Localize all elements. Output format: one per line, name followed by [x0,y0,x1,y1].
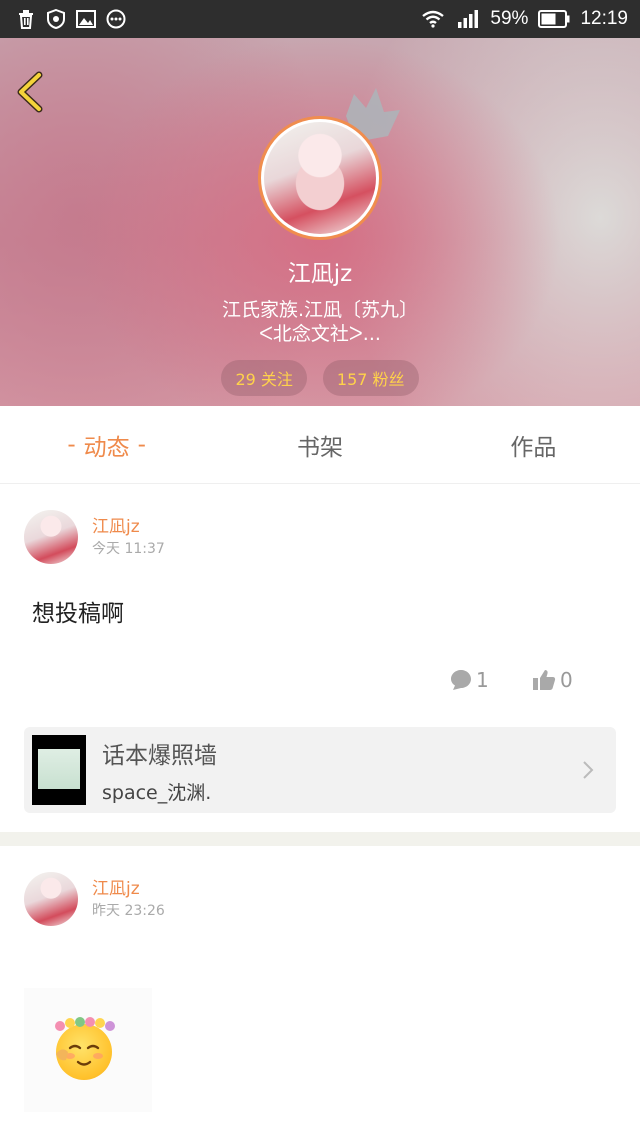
tab-bookshelf[interactable]: 书架 [213,406,426,483]
comment-icon [451,670,471,690]
signal-icon [456,9,480,29]
like-count: 0 [560,668,573,692]
followers-count[interactable]: 157 粉丝 [322,360,419,396]
clock: 12:19 [580,8,628,29]
linked-card[interactable]: 话本爆照墙 space_沈渊. [24,727,616,813]
profile-header: 江凪jz 江氏家族.江凪〔苏九〕 ᐸ北念文社ᐳ... 29 关注 157 粉丝 [0,38,640,406]
flower-crown-icon [55,1017,115,1031]
card-thumbnail [32,735,86,805]
post-author[interactable]: 江凪jz [92,874,140,899]
comment-button[interactable]: 1 [450,668,489,692]
post-item: 江凪jz 今天 11:37 想投稿啊 1 0 话本爆照墙 space_沈渊. [0,484,640,832]
post-author[interactable]: 江凪jz [92,512,140,537]
status-left-icons [16,9,126,29]
avatar[interactable] [24,510,78,564]
more-circle-icon [106,9,126,29]
profile-bio: 江氏家族.江凪〔苏九〕 ᐸ北念文社ᐳ... [150,298,490,346]
avatar-image [264,122,376,234]
battery-percent: 59% [490,8,529,29]
image-icon [76,9,96,29]
following-count[interactable]: 29 关注 [221,360,307,396]
post-divider [0,832,640,846]
profile-avatar[interactable] [258,116,382,240]
bio-line-2: ᐸ北念文社ᐳ... [259,323,381,345]
comment-count: 1 [476,668,489,692]
back-button[interactable] [12,68,48,116]
tab-dash-left: - [67,431,76,458]
tab-dash-right: - [137,431,146,458]
post-time: 今天 11:37 [92,541,165,557]
battery-icon [538,9,570,29]
tab-label: 动态 [83,434,130,461]
profile-tabs: - 动态 - 书架 作品 [0,406,640,484]
profile-stats: 29 关注 157 粉丝 [0,360,640,396]
profile-name: 江凪jz [287,261,353,287]
post-text: 想投稿啊 [32,601,124,627]
avatar[interactable] [24,872,78,926]
tab-label: 作品 [510,434,557,461]
shield-icon [46,9,66,29]
thumbs-up-icon [533,670,556,690]
tab-label: 书架 [296,434,343,461]
tab-works[interactable]: 作品 [427,406,640,483]
bio-line-1: 江氏家族.江凪〔苏九〕 [221,299,419,321]
trash-icon [16,9,36,29]
wifi-icon [420,9,446,29]
tab-activity[interactable]: - 动态 - [0,406,213,483]
card-title: 话本爆照墙 [102,742,217,769]
post-time: 昨天 23:26 [92,903,165,919]
card-text: 话本爆照墙 space_沈渊. [102,736,217,805]
status-bar: 59% 12:19 [0,0,640,38]
chevron-left-icon [17,71,43,113]
status-right-icons: 59% 12:19 [420,8,628,30]
chevron-right-icon [583,761,594,779]
post-image[interactable] [24,988,152,1112]
card-subtitle: space_沈渊. [102,781,212,804]
like-button[interactable]: 0 [532,668,573,692]
